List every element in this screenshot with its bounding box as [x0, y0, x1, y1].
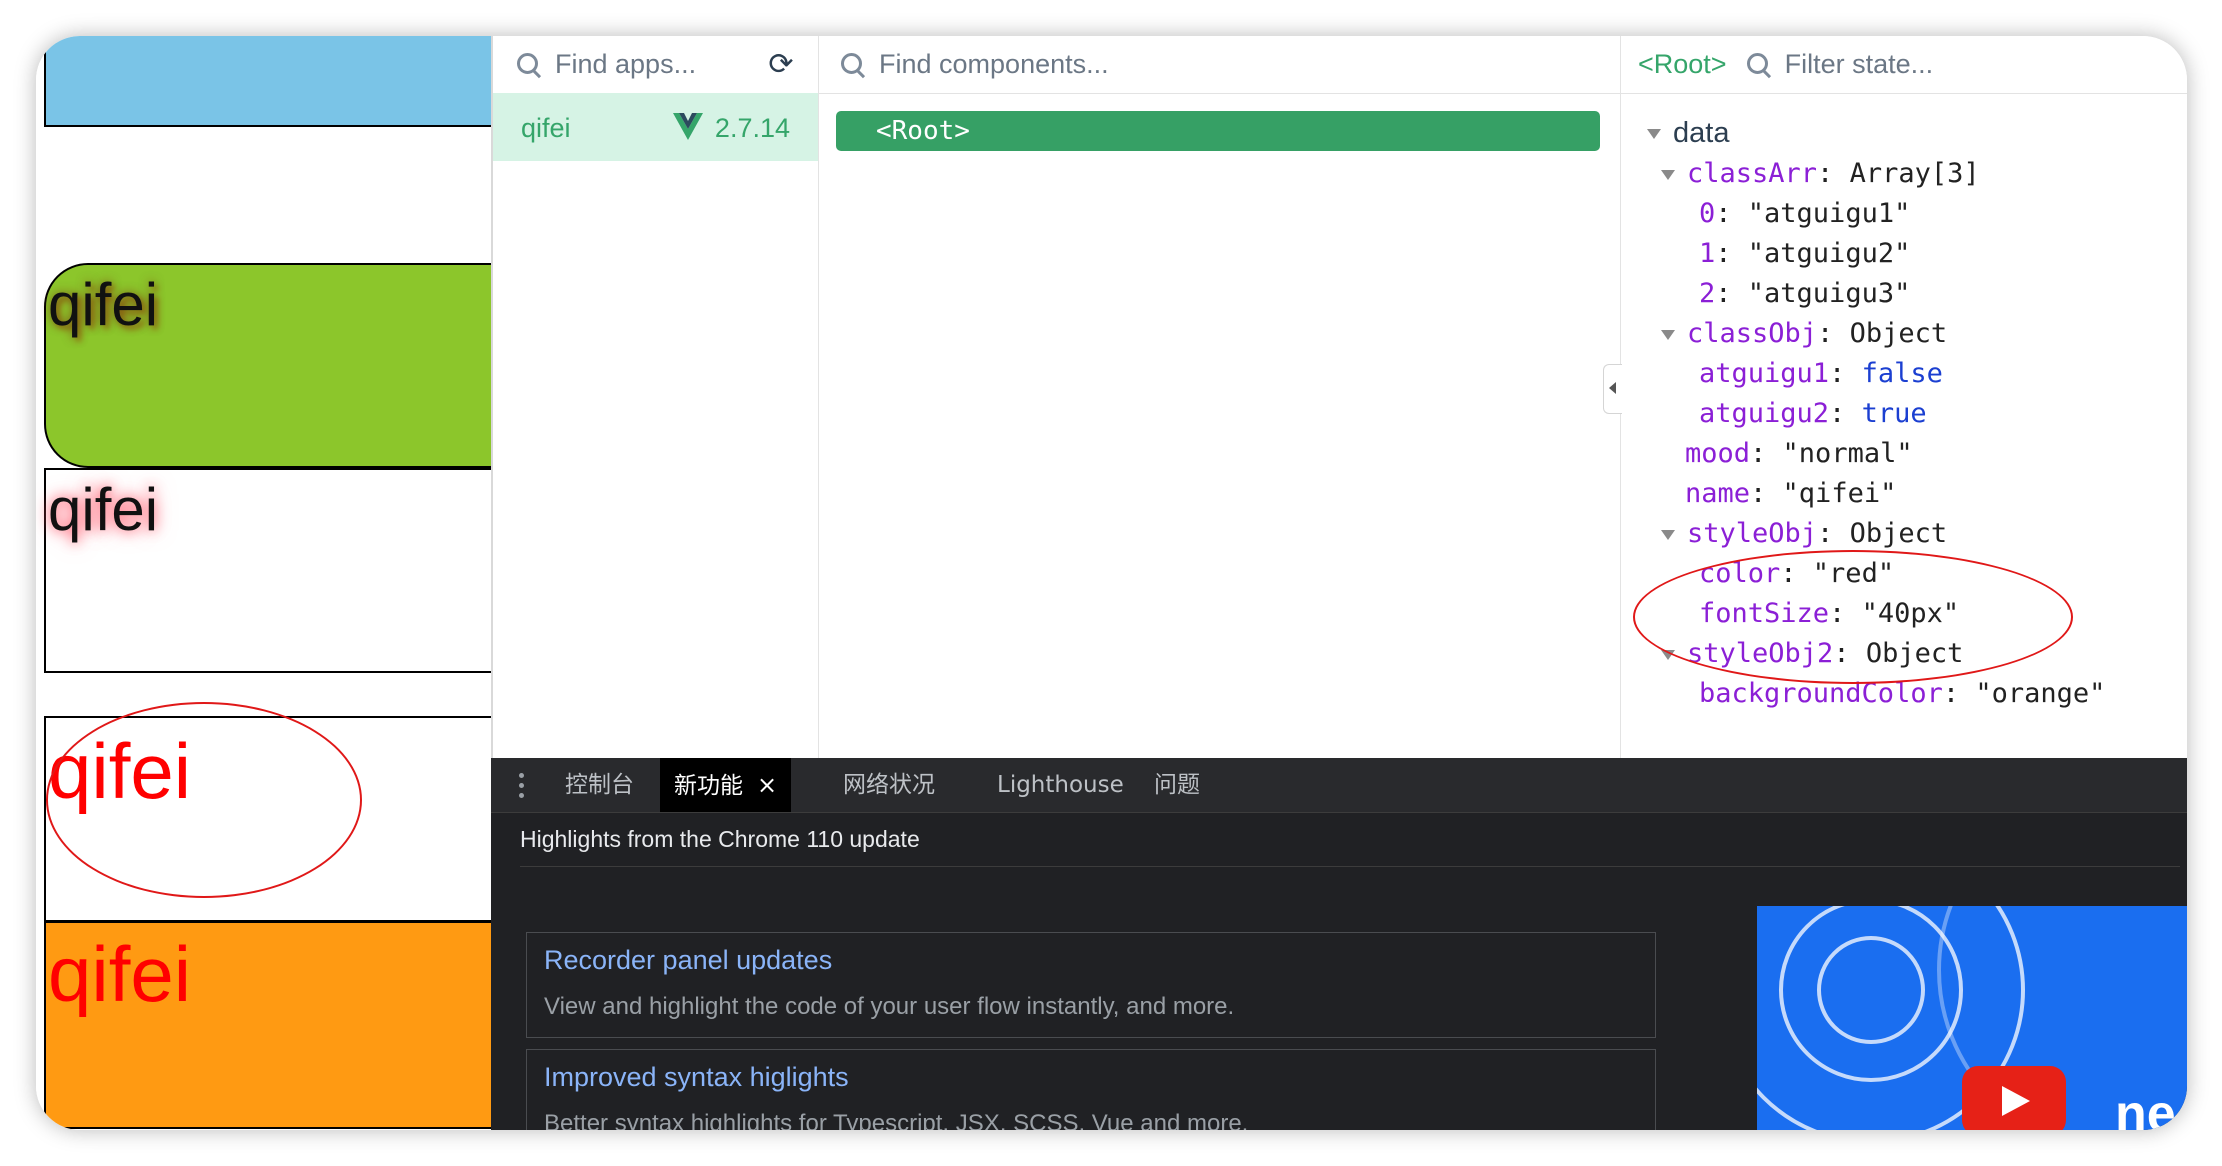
search-icon — [839, 51, 867, 79]
vue-logo-icon — [673, 113, 703, 140]
state-row-classArr-0: 0: "atguigu1" — [1699, 198, 1911, 229]
feature-card-recorder[interactable]: Recorder panel updates View and highligh… — [526, 932, 1656, 1038]
browser-window: qifei qifei qifei qifei Find apps... ⟳ q… — [36, 36, 2187, 1130]
app-list-item[interactable]: qifei 2.7.14 — [493, 93, 818, 161]
collapse-arrow-icon[interactable] — [1603, 364, 1622, 414]
feature-card-title[interactable]: Improved syntax higlights — [544, 1062, 849, 1093]
preview-box-white-2: qifei — [44, 716, 494, 922]
devtools-drawer: 控制台 新功能 × 网络状况 Lighthouse 问题 Highlights f… — [491, 758, 2187, 1130]
preview-text-4: qifei — [48, 930, 192, 1018]
apps-toolbar: Find apps... ⟳ — [493, 36, 818, 94]
expand-triangle-icon — [1661, 169, 1675, 180]
drawer-tabbar: 控制台 新功能 × 网络状况 Lighthouse 问题 — [491, 758, 2187, 813]
state-filter-input[interactable]: Filter state... — [1785, 49, 1934, 80]
vue-devtools: Find apps... ⟳ qifei 2.7.14 Find compone… — [491, 36, 2187, 758]
data-section-header[interactable]: data — [1647, 117, 1729, 150]
components-column: Find components... <Root> — [819, 36, 1621, 758]
state-row-classObj-atguigu2: atguigu2: true — [1699, 398, 1927, 429]
expand-triangle-icon — [1661, 649, 1675, 660]
tab-console[interactable]: 控制台 — [565, 758, 634, 812]
state-row-styleObj-color: color: "red" — [1699, 558, 1895, 589]
search-icon — [515, 51, 543, 79]
components-search-input[interactable]: Find components... — [879, 49, 1109, 80]
state-row-classObj[interactable]: classObj: Object — [1661, 318, 1947, 349]
apps-column: Find apps... ⟳ qifei 2.7.14 — [493, 36, 819, 758]
feature-card-desc: Better syntax highlights for Typescript,… — [544, 1110, 1249, 1130]
state-row-styleObj2-bg: backgroundColor: "orange" — [1699, 678, 2106, 709]
state-row-styleObj2[interactable]: styleObj2: Object — [1661, 638, 1963, 669]
state-row-styleObj-fontSize: fontSize: "40px" — [1699, 598, 1960, 629]
components-toolbar: Find components... — [819, 36, 1620, 94]
preview-text-1: qifei — [48, 271, 159, 338]
feature-card-syntax[interactable]: Improved syntax higlights Better syntax … — [526, 1049, 1656, 1130]
whats-new-title: Highlights from the Chrome 110 update — [520, 812, 2180, 867]
close-icon[interactable]: × — [757, 771, 777, 799]
state-row-classArr[interactable]: classArr: Array[3] — [1661, 158, 1980, 189]
expand-triangle-icon — [1647, 129, 1661, 140]
state-row-classArr-1: 1: "atguigu2" — [1699, 238, 1911, 269]
youtube-play-icon[interactable] — [1962, 1066, 2066, 1130]
page-preview: qifei qifei qifei qifei — [36, 36, 494, 1130]
video-caption: ne — [2115, 1085, 2176, 1130]
tab-whats-new[interactable]: 新功能 × — [660, 758, 792, 812]
expand-triangle-icon — [1661, 329, 1675, 340]
app-name: qifei — [521, 113, 571, 143]
state-column: <Root> Filter state... data classArr: Ar… — [1603, 36, 2187, 758]
preview-text-3: qifei — [48, 727, 192, 815]
tab-lighthouse[interactable]: Lighthouse — [997, 758, 1124, 812]
refresh-icon[interactable]: ⟳ — [766, 50, 796, 80]
preview-text-2: qifei — [48, 476, 159, 543]
tab-network-conditions[interactable]: 网络状况 — [843, 758, 935, 812]
search-icon — [1745, 51, 1773, 79]
root-node-label: <Root> — [876, 116, 970, 146]
feature-card-title[interactable]: Recorder panel updates — [544, 945, 832, 976]
state-row-classArr-2: 2: "atguigu3" — [1699, 278, 1911, 309]
state-row-mood: mood: "normal" — [1685, 438, 1913, 469]
state-row-name: name: "qifei" — [1685, 478, 1897, 509]
preview-box-blue — [44, 36, 494, 127]
tab-issues[interactable]: 问题 — [1154, 758, 1200, 812]
apps-search-input[interactable]: Find apps... — [555, 49, 696, 80]
expand-triangle-icon — [1661, 529, 1675, 540]
state-row-classObj-atguigu1: atguigu1: false — [1699, 358, 1943, 389]
vue-version: 2.7.14 — [714, 113, 790, 143]
preview-box-green: qifei — [44, 263, 494, 468]
kebab-menu-icon[interactable] — [519, 773, 525, 799]
preview-box-orange: qifei — [44, 921, 494, 1129]
video-thumbnail[interactable]: ne — [1757, 906, 2187, 1130]
state-row-styleObj[interactable]: styleObj: Object — [1661, 518, 1947, 549]
feature-card-desc: View and highlight the code of your user… — [544, 993, 1235, 1020]
state-toolbar: <Root> Filter state... — [1621, 36, 2187, 94]
selected-component-tag: <Root> — [1638, 49, 1727, 79]
preview-box-white-1: qifei — [44, 468, 494, 673]
component-tree-root[interactable]: <Root> — [836, 111, 1600, 151]
chrome-logo-ring-inner — [1817, 936, 1925, 1044]
